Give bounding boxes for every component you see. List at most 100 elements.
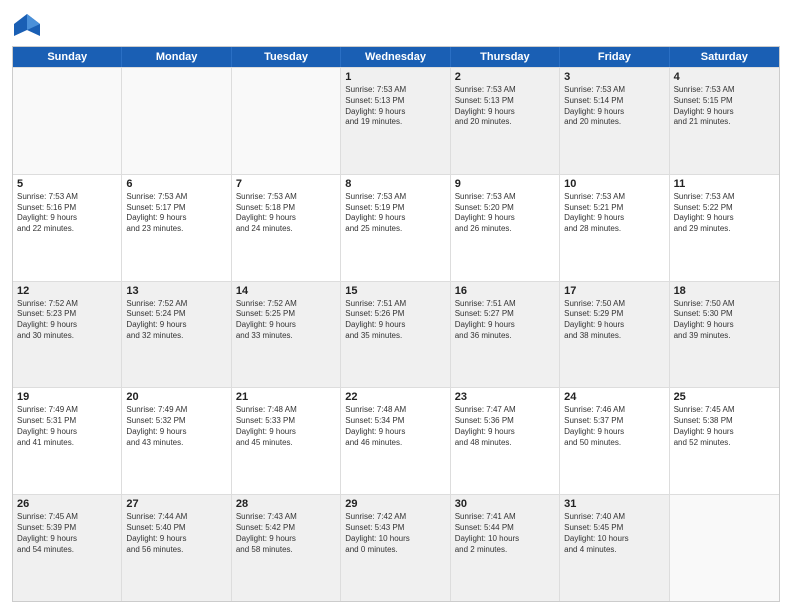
header-day-monday: Monday: [122, 47, 231, 67]
calendar: SundayMondayTuesdayWednesdayThursdayFrid…: [12, 46, 780, 602]
calendar-cell-12: 12 Sunrise: 7:52 AM Sunset: 5:23 PM Dayli…: [13, 282, 122, 388]
cell-info: Sunrise: 7:49 AM Sunset: 5:31 PM Dayligh…: [17, 405, 117, 448]
cell-day-number: 6: [126, 178, 226, 190]
header: [12, 10, 780, 40]
cell-info: Sunrise: 7:53 AM Sunset: 5:14 PM Dayligh…: [564, 85, 664, 128]
calendar-cell-25: 25 Sunrise: 7:45 AM Sunset: 5:38 PM Dayli…: [670, 388, 779, 494]
calendar-cell-9: 9Sunrise: 7:53 AM Sunset: 5:20 PM Daylig…: [451, 175, 560, 281]
cell-day-number: 31: [564, 498, 664, 510]
cell-info: Sunrise: 7:52 AM Sunset: 5:24 PM Dayligh…: [126, 299, 226, 342]
calendar-row-5: 26Sunrise: 7:45 AM Sunset: 5:39 PM Dayli…: [13, 494, 779, 601]
calendar-cell-20: 20 Sunrise: 7:49 AM Sunset: 5:32 PM Dayli…: [122, 388, 231, 494]
logo: [12, 10, 46, 40]
cell-day-number: 7: [236, 178, 336, 190]
header-day-friday: Friday: [560, 47, 669, 67]
cell-info: Sunrise: 7:53 AM Sunset: 5:13 PM Dayligh…: [455, 85, 555, 128]
calendar-cell-7: 7 Sunrise: 7:53 AM Sunset: 5:18 PM Daylig…: [232, 175, 341, 281]
calendar-cell-28: 28 Sunrise: 7:43 AM Sunset: 5:42 PM Dayli…: [232, 495, 341, 601]
cell-info: Sunrise: 7:40 AM Sunset: 5:45 PM Dayligh…: [564, 512, 664, 555]
cell-info: Sunrise: 7:43 AM Sunset: 5:42 PM Dayligh…: [236, 512, 336, 555]
cell-day-number: 28: [236, 498, 336, 510]
cell-info: Sunrise: 7:50 AM Sunset: 5:30 PM Dayligh…: [674, 299, 775, 342]
calendar-cell-5: 5 Sunrise: 7:53 AM Sunset: 5:16 PM Daylig…: [13, 175, 122, 281]
cell-day-number: 10: [564, 178, 664, 190]
cell-info: Sunrise: 7:48 AM Sunset: 5:33 PM Dayligh…: [236, 405, 336, 448]
calendar-cell-11: 11 Sunrise: 7:53 AM Sunset: 5:22 PM Dayli…: [670, 175, 779, 281]
cell-day-number: 18: [674, 285, 775, 297]
calendar-cell-empty-0-1: [122, 68, 231, 174]
cell-info: Sunrise: 7:53 AM Sunset: 5:15 PM Dayligh…: [674, 85, 775, 128]
calendar-cell-18: 18 Sunrise: 7:50 AM Sunset: 5:30 PM Dayli…: [670, 282, 779, 388]
cell-day-number: 21: [236, 391, 336, 403]
cell-day-number: 1: [345, 71, 445, 83]
calendar-cell-4: 4 Sunrise: 7:53 AM Sunset: 5:15 PM Daylig…: [670, 68, 779, 174]
cell-day-number: 15: [345, 285, 445, 297]
cell-info: Sunrise: 7:46 AM Sunset: 5:37 PM Dayligh…: [564, 405, 664, 448]
calendar-row-1: 1 Sunrise: 7:53 AM Sunset: 5:13 PM Daylig…: [13, 67, 779, 174]
calendar-header-row: SundayMondayTuesdayWednesdayThursdayFrid…: [13, 47, 779, 67]
calendar-row-3: 12 Sunrise: 7:52 AM Sunset: 5:23 PM Dayli…: [13, 281, 779, 388]
calendar-cell-17: 17 Sunrise: 7:50 AM Sunset: 5:29 PM Dayli…: [560, 282, 669, 388]
cell-info: Sunrise: 7:52 AM Sunset: 5:23 PM Dayligh…: [17, 299, 117, 342]
cell-day-number: 14: [236, 285, 336, 297]
header-day-sunday: Sunday: [13, 47, 122, 67]
cell-info: Sunrise: 7:53 AM Sunset: 5:19 PM Dayligh…: [345, 192, 445, 235]
cell-day-number: 22: [345, 391, 445, 403]
cell-day-number: 19: [17, 391, 117, 403]
cell-day-number: 20: [126, 391, 226, 403]
calendar-cell-10: 10 Sunrise: 7:53 AM Sunset: 5:21 PM Dayli…: [560, 175, 669, 281]
cell-day-number: 30: [455, 498, 555, 510]
cell-day-number: 5: [17, 178, 117, 190]
header-day-thursday: Thursday: [451, 47, 560, 67]
header-day-tuesday: Tuesday: [232, 47, 341, 67]
cell-day-number: 9: [455, 178, 555, 190]
cell-info: Sunrise: 7:48 AM Sunset: 5:34 PM Dayligh…: [345, 405, 445, 448]
cell-info: Sunrise: 7:53 AM Sunset: 5:16 PM Dayligh…: [17, 192, 117, 235]
cell-info: Sunrise: 7:51 AM Sunset: 5:26 PM Dayligh…: [345, 299, 445, 342]
calendar-cell-6: 6Sunrise: 7:53 AM Sunset: 5:17 PM Daylig…: [122, 175, 231, 281]
header-day-wednesday: Wednesday: [341, 47, 450, 67]
calendar-cell-23: 23Sunrise: 7:47 AM Sunset: 5:36 PM Dayli…: [451, 388, 560, 494]
cell-info: Sunrise: 7:50 AM Sunset: 5:29 PM Dayligh…: [564, 299, 664, 342]
cell-day-number: 26: [17, 498, 117, 510]
calendar-cell-29: 29Sunrise: 7:42 AM Sunset: 5:43 PM Dayli…: [341, 495, 450, 601]
calendar-cell-27: 27 Sunrise: 7:44 AM Sunset: 5:40 PM Dayli…: [122, 495, 231, 601]
cell-info: Sunrise: 7:45 AM Sunset: 5:38 PM Dayligh…: [674, 405, 775, 448]
cell-day-number: 25: [674, 391, 775, 403]
calendar-cell-8: 8 Sunrise: 7:53 AM Sunset: 5:19 PM Daylig…: [341, 175, 450, 281]
calendar-cell-24: 24 Sunrise: 7:46 AM Sunset: 5:37 PM Dayli…: [560, 388, 669, 494]
cell-day-number: 2: [455, 71, 555, 83]
cell-info: Sunrise: 7:53 AM Sunset: 5:21 PM Dayligh…: [564, 192, 664, 235]
calendar-body: 1 Sunrise: 7:53 AM Sunset: 5:13 PM Daylig…: [13, 67, 779, 601]
calendar-cell-31: 31 Sunrise: 7:40 AM Sunset: 5:45 PM Dayli…: [560, 495, 669, 601]
cell-info: Sunrise: 7:49 AM Sunset: 5:32 PM Dayligh…: [126, 405, 226, 448]
cell-day-number: 29: [345, 498, 445, 510]
cell-day-number: 24: [564, 391, 664, 403]
calendar-cell-19: 19 Sunrise: 7:49 AM Sunset: 5:31 PM Dayli…: [13, 388, 122, 494]
cell-day-number: 27: [126, 498, 226, 510]
cell-info: Sunrise: 7:53 AM Sunset: 5:13 PM Dayligh…: [345, 85, 445, 128]
calendar-cell-21: 21 Sunrise: 7:48 AM Sunset: 5:33 PM Dayli…: [232, 388, 341, 494]
calendar-cell-16: 16 Sunrise: 7:51 AM Sunset: 5:27 PM Dayli…: [451, 282, 560, 388]
header-day-saturday: Saturday: [670, 47, 779, 67]
calendar-cell-15: 15 Sunrise: 7:51 AM Sunset: 5:26 PM Dayli…: [341, 282, 450, 388]
cell-info: Sunrise: 7:51 AM Sunset: 5:27 PM Dayligh…: [455, 299, 555, 342]
calendar-cell-30: 30Sunrise: 7:41 AM Sunset: 5:44 PM Dayli…: [451, 495, 560, 601]
cell-day-number: 16: [455, 285, 555, 297]
cell-info: Sunrise: 7:53 AM Sunset: 5:22 PM Dayligh…: [674, 192, 775, 235]
calendar-cell-empty-0-0: [13, 68, 122, 174]
cell-day-number: 11: [674, 178, 775, 190]
cell-day-number: 8: [345, 178, 445, 190]
cell-day-number: 4: [674, 71, 775, 83]
cell-day-number: 17: [564, 285, 664, 297]
calendar-cell-22: 22 Sunrise: 7:48 AM Sunset: 5:34 PM Dayli…: [341, 388, 450, 494]
calendar-row-4: 19 Sunrise: 7:49 AM Sunset: 5:31 PM Dayli…: [13, 387, 779, 494]
cell-info: Sunrise: 7:44 AM Sunset: 5:40 PM Dayligh…: [126, 512, 226, 555]
cell-day-number: 23: [455, 391, 555, 403]
calendar-cell-empty-4-6: [670, 495, 779, 601]
cell-info: Sunrise: 7:53 AM Sunset: 5:18 PM Dayligh…: [236, 192, 336, 235]
cell-day-number: 12: [17, 285, 117, 297]
cell-day-number: 3: [564, 71, 664, 83]
calendar-cell-14: 14Sunrise: 7:52 AM Sunset: 5:25 PM Dayli…: [232, 282, 341, 388]
calendar-cell-13: 13Sunrise: 7:52 AM Sunset: 5:24 PM Dayli…: [122, 282, 231, 388]
